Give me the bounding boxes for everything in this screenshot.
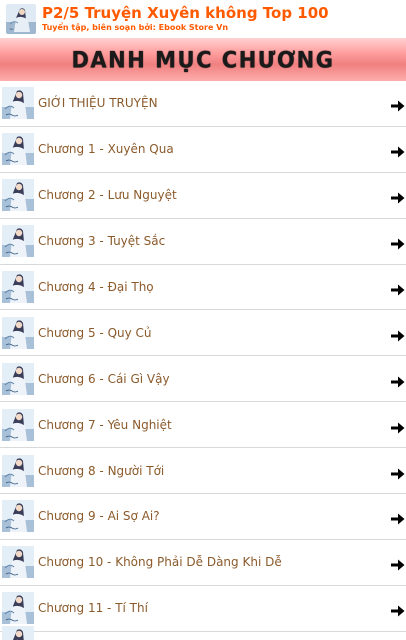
app-subtitle: Tuyển tập, biên soạn bởi: Ebook Store Vn [42,23,229,32]
chapter-label: Chương 1 - Xuyên Qua [38,142,174,157]
arrow-right-icon [391,373,405,388]
arrow-right-icon [391,235,405,250]
arrow-right-icon [391,189,405,204]
arrow-right-icon [391,602,405,617]
chapter-thumbnail-icon [2,362,34,395]
chapter-list-item[interactable]: Chương 10 - Không Phải Dễ Dàng Khi Dễ [0,539,406,586]
chapter-label: Chương 7 - Yêu Nghiệt [38,417,172,432]
chapter-thumbnail-icon [2,592,34,625]
chapter-label: Chương 2 - Lưu Nguyệt [38,188,177,203]
chapter-thumbnail-icon [2,271,34,303]
svg-text:~: ~ [9,26,14,33]
chapter-thumbnail-icon [2,500,34,533]
arrow-right-icon [391,510,405,525]
arrow-right-icon [391,556,405,571]
app-title: P2/5 Truyện Xuyên không Top 100 [42,4,329,22]
header-text-block: P2/5 Truyện Xuyên không Top 100 Tuyển tậ… [42,5,329,33]
chapter-thumbnail-icon [2,87,34,120]
arrow-right-icon [391,281,405,296]
chapter-list: GIỚI THIỆU TRUYỆN Chương 1 - Xuyên Qua C… [0,81,406,640]
chapter-thumbnail-icon [2,625,34,640]
chapter-thumbnail-icon [2,179,34,212]
action-bar: ~ P2/5 Truyện Xuyên không Top 100 Tuyển … [0,0,406,38]
chapter-list-item[interactable]: GIỚI THIỆU TRUYỆN [0,81,406,127]
chapter-list-item[interactable]: Chương 6 - Cái Gì Vậy [0,356,406,403]
chapter-list-item[interactable]: Chương 4 - Đại Thọ [0,264,406,311]
chapter-thumbnail-icon [2,546,34,579]
book-cover-icon[interactable]: ~ [6,4,36,34]
chapter-list-item[interactable]: Chương 11 - Tí Thí [0,585,406,632]
chapter-list-item[interactable]: Chương 3 - Tuyệt Sắc [0,218,406,265]
chapter-label: Chương 5 - Quy Củ [38,325,152,340]
chapter-list-banner: DANH MỤC CHƯƠNG [0,38,406,82]
chapter-label: Chương 10 - Không Phải Dễ Dàng Khi Dễ [38,555,282,570]
arrow-right-icon [391,97,405,112]
chapter-list-item-partial[interactable] [0,625,406,640]
arrow-right-icon [391,143,405,158]
chapter-thumbnail-icon [2,408,34,441]
chapter-label: Chương 4 - Đại Thọ [38,280,154,294]
arrow-right-icon [391,465,405,480]
chapter-list-item[interactable]: Chương 2 - Lưu Nguyệt [0,172,406,219]
chapter-list-item[interactable]: Chương 7 - Yêu Nghiệt [0,402,406,449]
chapter-thumbnail-icon [2,316,34,349]
chapter-label: Chương 6 - Cái Gì Vậy [38,371,170,386]
chapter-label: Chương 11 - Tí Thí [38,601,148,616]
arrow-right-icon [391,327,405,342]
chapter-thumbnail-icon [2,133,34,166]
chapter-thumbnail-icon [2,454,34,487]
chapter-list-item[interactable]: Chương 1 - Xuyên Qua [0,126,406,173]
chapter-list-item[interactable]: Chương 5 - Quy Củ [0,310,406,357]
chapter-list-item[interactable]: Chương 9 - Ai Sợ Ai? [0,494,406,540]
app-root: ~ P2/5 Truyện Xuyên không Top 100 Tuyển … [0,0,406,640]
arrow-right-icon [391,419,405,434]
chapter-thumbnail-icon [2,225,34,258]
chapter-list-item[interactable]: Chương 8 - Người Tới [0,448,406,495]
chapter-label: Chương 9 - Ai Sợ Ai? [38,509,160,524]
banner-title: DANH MỤC CHƯƠNG [71,47,335,73]
chapter-label: Chương 8 - Người Tới [38,463,165,478]
chapter-label: Chương 3 - Tuyệt Sắc [38,234,166,249]
chapter-label: GIỚI THIỆU TRUYỆN [38,96,158,111]
